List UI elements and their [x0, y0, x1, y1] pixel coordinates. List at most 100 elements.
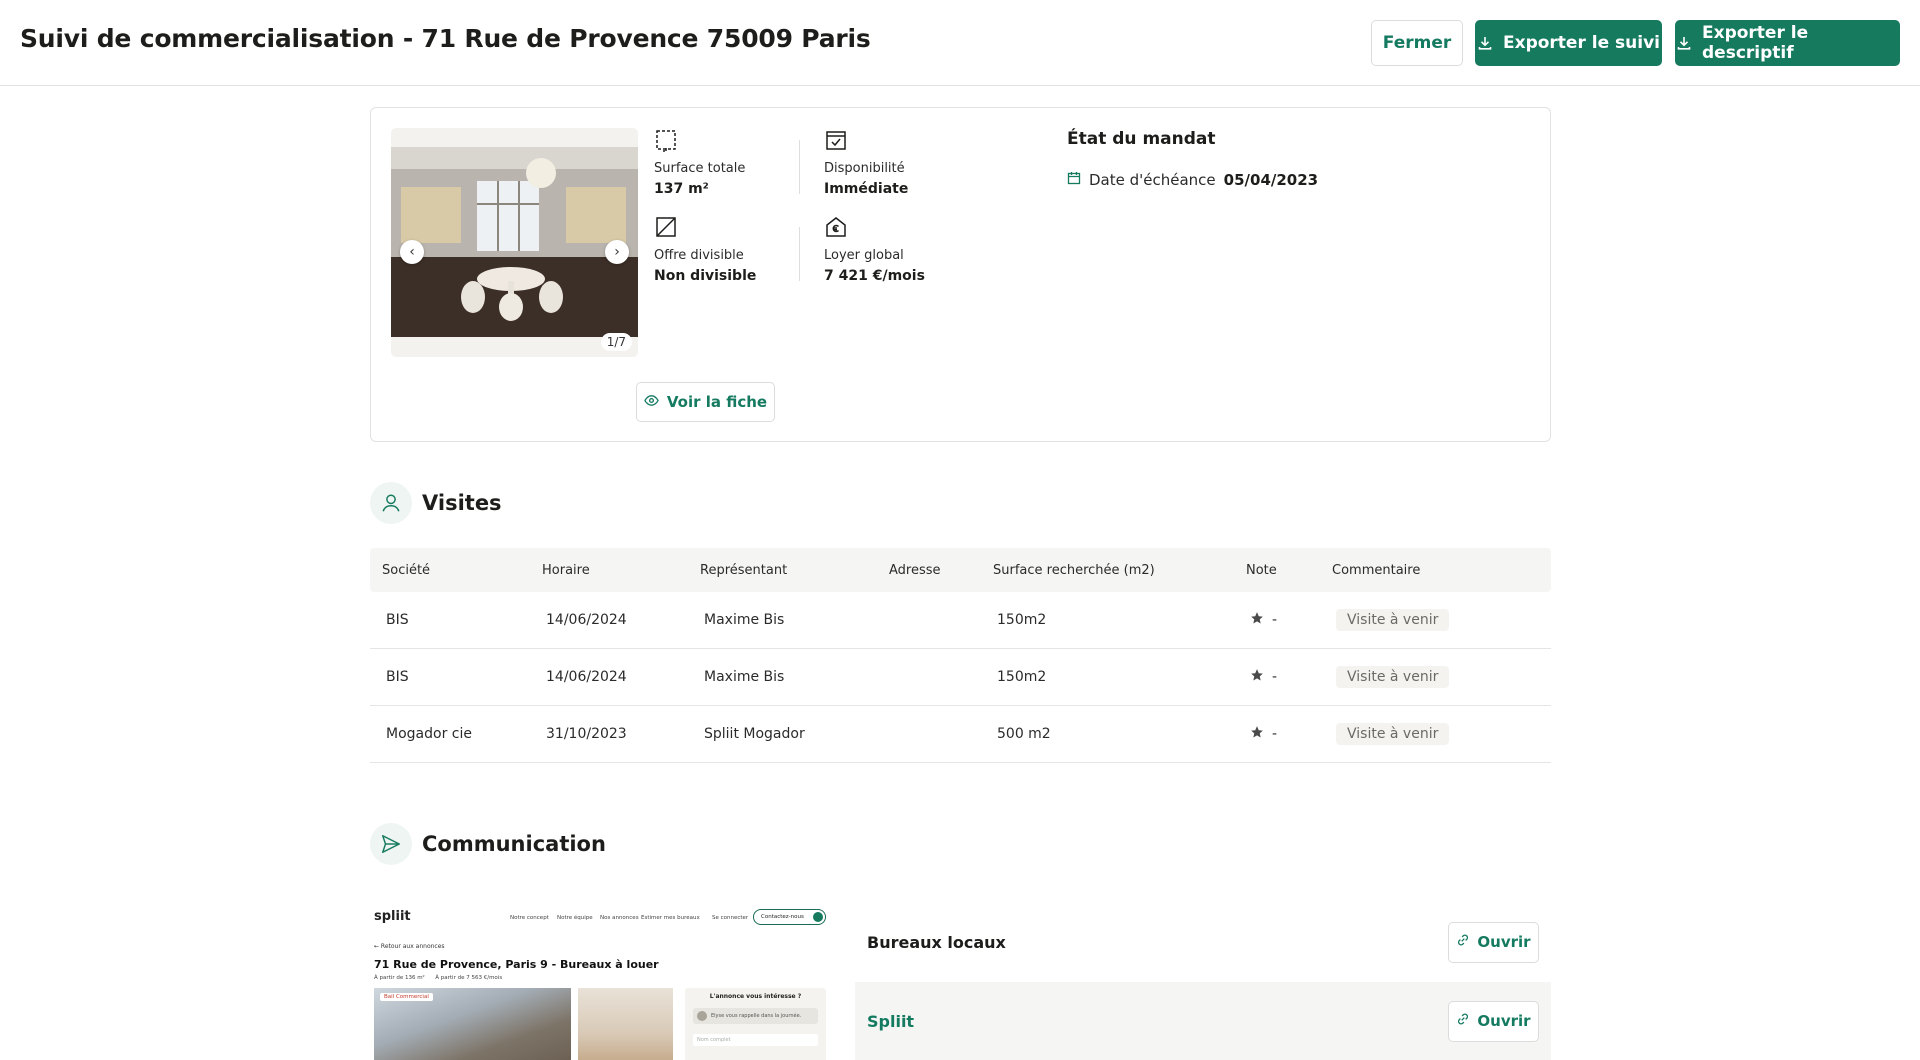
visits-title: Visites	[422, 491, 502, 515]
chevron-left-icon: ‹	[409, 244, 415, 260]
preview-surface: À partir de 136 m²	[374, 975, 425, 981]
divider	[799, 227, 800, 281]
column-header[interactable]: Représentant	[700, 563, 889, 578]
cell-note: -	[1246, 611, 1332, 629]
open-button[interactable]: Ouvrir	[1448, 1000, 1539, 1042]
view-listing-label: Voir la fiche	[666, 393, 768, 411]
mandate-deadline-label: Date d'échéance	[1089, 171, 1216, 189]
cell-representative: Maxime Bis	[704, 612, 785, 628]
photo-counter: 1/7	[600, 333, 632, 351]
preview-box-message-text: Elyse vous rappelle dans la journée.	[711, 1013, 802, 1019]
note-value: -	[1272, 726, 1278, 742]
spec-surface: Surface totale 137 m²	[654, 128, 745, 200]
cell-company: BIS	[386, 669, 409, 685]
spec-rent-value: 7 421 €/mois	[824, 268, 925, 284]
note-value: -	[1272, 669, 1278, 685]
spec-rent: Loyer global 7 421 €/mois	[824, 215, 925, 287]
cell-note: -	[1246, 668, 1332, 686]
table-header: Société Horaire Représentant Adresse Sur…	[370, 548, 1551, 592]
preview-nav-item: Estimer mes bureaux	[641, 915, 700, 921]
property-card: ‹ › 1/7 Surface totale 137 m² Disponibil…	[370, 107, 1551, 442]
not-divisible-icon	[654, 215, 678, 239]
property-photo	[391, 147, 638, 337]
divider	[799, 140, 800, 194]
spec-availability: Disponibilité Immédiate	[824, 128, 908, 200]
open-button[interactable]: Ouvrir	[1448, 921, 1539, 963]
cell-company: Mogador cie	[386, 726, 472, 742]
link-row-spliit: Spliit Ouvrir	[855, 982, 1551, 1060]
preview-contact-button: Contactez-nous	[753, 909, 826, 925]
preview-box-title: L'annonce vous intéresse ?	[709, 993, 802, 1000]
cell-time: 31/10/2023	[546, 726, 627, 742]
preview-nav-item: Se connecter	[712, 915, 749, 921]
listing-preview[interactable]: spliit Notre concept Notre équipe Nos an…	[370, 903, 830, 1060]
cell-comment: Visite à venir	[1332, 609, 1551, 631]
preview-nav-item: Nos annonces	[600, 915, 639, 921]
spec-surface-label: Surface totale	[654, 161, 746, 176]
export-tracking-button[interactable]: Exporter le suivi	[1475, 20, 1662, 66]
preview-contact-box: L'annonce vous intéresse ? Elyse vous ra…	[685, 988, 826, 1060]
star-icon[interactable]	[1250, 668, 1264, 686]
cell-comment: Visite à venir	[1332, 666, 1551, 688]
spec-availability-label: Disponibilité	[824, 161, 905, 176]
euro-house-icon	[824, 215, 848, 239]
next-photo-button[interactable]: ›	[605, 240, 629, 264]
cell-representative: Spliit Mogador	[704, 726, 805, 742]
note-value: -	[1272, 612, 1278, 628]
mandate-title: État du mandat	[1067, 129, 1216, 149]
surface-icon	[654, 128, 678, 152]
download-icon	[1676, 35, 1692, 51]
table-row[interactable]: BIS 14/06/2024 Maxime Bis 150m2 - Visite…	[370, 649, 1551, 706]
communication-heading: Communication	[370, 823, 606, 865]
link-icon	[1456, 1012, 1470, 1030]
status-badge: Visite à venir	[1336, 666, 1450, 688]
cell-note: -	[1246, 725, 1332, 743]
spec-rent-label: Loyer global	[824, 248, 904, 263]
preview-subline: À partir de 136 m² À partir de 7 563 €/m…	[374, 975, 502, 981]
table-row[interactable]: BIS 14/06/2024 Maxime Bis 150m2 - Visite…	[370, 592, 1551, 649]
preview-contact-label: Contactez-nous	[761, 914, 804, 920]
photo-gallery: ‹ › 1/7	[391, 128, 638, 357]
spec-divisible: Offre divisible Non divisible	[654, 215, 756, 287]
download-icon	[1477, 35, 1493, 51]
calendar-icon	[1067, 171, 1081, 189]
avatar	[697, 1011, 707, 1021]
column-header[interactable]: Surface recherchée (m2)	[993, 563, 1246, 578]
table-row[interactable]: Mogador cie 31/10/2023 Spliit Mogador 50…	[370, 706, 1551, 763]
column-header[interactable]: Commentaire	[1332, 563, 1551, 578]
preview-rent: À partir de 7 563 €/mois	[435, 975, 503, 981]
close-button[interactable]: Fermer	[1371, 20, 1463, 66]
column-header[interactable]: Note	[1246, 563, 1332, 578]
cell-time: 14/06/2024	[546, 612, 627, 628]
page-title: Suivi de commercialisation - 71 Rue de P…	[20, 24, 871, 53]
open-button-label: Ouvrir	[1477, 933, 1531, 951]
cell-surface: 150m2	[997, 669, 1047, 685]
link-name: Bureaux locaux	[867, 932, 1006, 952]
spec-availability-value: Immédiate	[824, 181, 909, 197]
cell-representative: Maxime Bis	[704, 669, 785, 685]
calendar-check-icon	[824, 128, 848, 152]
cell-company: BIS	[386, 612, 409, 628]
preview-nav-item: Notre équipe	[557, 915, 593, 921]
open-button-label: Ouvrir	[1477, 1012, 1531, 1030]
close-button-label: Fermer	[1382, 33, 1452, 53]
preview-interior-image	[578, 988, 673, 1060]
send-icon	[370, 823, 412, 865]
eye-icon	[644, 393, 659, 412]
column-header[interactable]: Horaire	[542, 563, 700, 578]
spec-surface-value: 137 m²	[654, 181, 709, 197]
link-icon	[1456, 933, 1470, 951]
status-badge: Visite à venir	[1336, 609, 1450, 631]
export-description-button[interactable]: Exporter le descriptif	[1675, 20, 1900, 66]
cell-surface: 150m2	[997, 612, 1047, 628]
cell-comment: Visite à venir	[1332, 723, 1551, 745]
arrow-icon	[813, 912, 823, 922]
previous-photo-button[interactable]: ‹	[400, 240, 424, 264]
preview-nav-item: Notre concept	[510, 915, 549, 921]
star-icon[interactable]	[1250, 725, 1264, 743]
mandate-deadline: Date d'échéance 05/04/2023	[1067, 171, 1318, 189]
view-listing-button[interactable]: Voir la fiche	[636, 382, 775, 422]
column-header[interactable]: Adresse	[889, 563, 993, 578]
star-icon[interactable]	[1250, 611, 1264, 629]
column-header[interactable]: Société	[370, 563, 542, 578]
